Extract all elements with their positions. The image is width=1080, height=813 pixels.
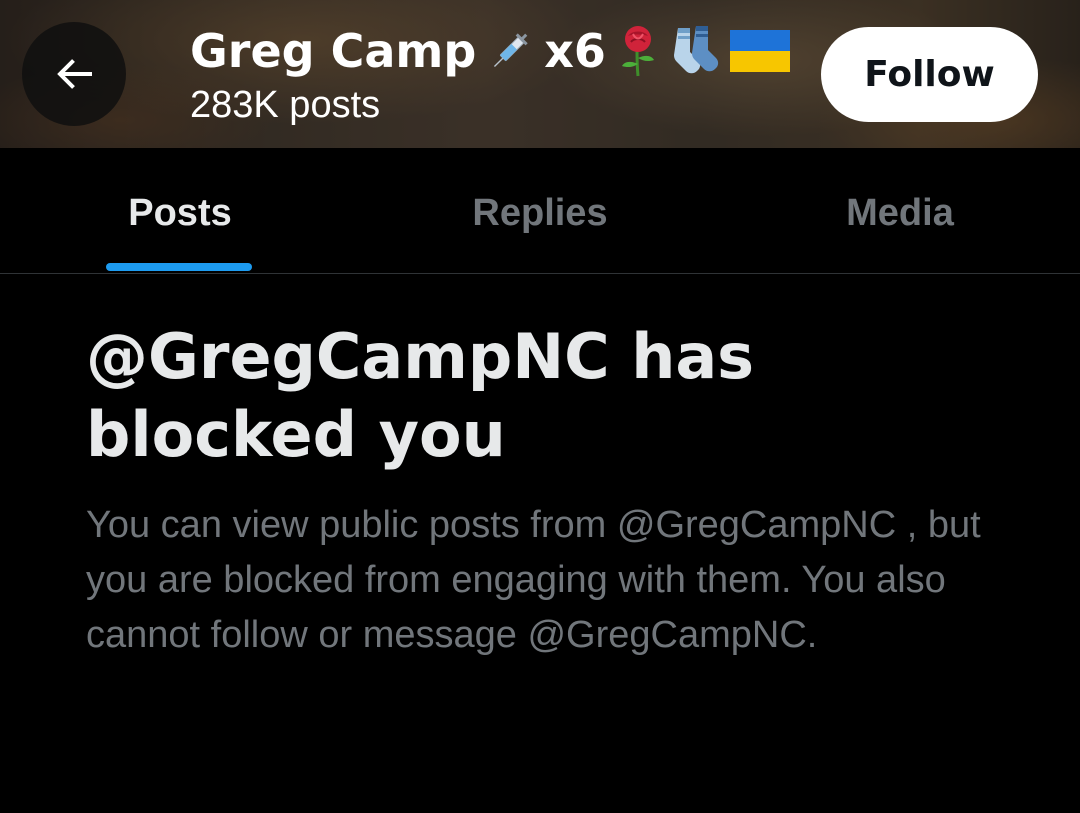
ukraine-flag-emoji-icon bbox=[729, 30, 790, 72]
blocked-description: You can view public posts from @GregCamp… bbox=[86, 504, 981, 656]
arrow-left-icon bbox=[57, 59, 92, 89]
profile-tabs: Posts Replies Media bbox=[0, 148, 1080, 274]
tab-posts[interactable]: Posts bbox=[0, 148, 360, 273]
syringe-emoji-icon bbox=[486, 27, 534, 75]
tab-replies[interactable]: Replies bbox=[360, 148, 720, 273]
tab-posts-label: Posts bbox=[128, 192, 232, 234]
tab-media-label: Media bbox=[846, 192, 954, 234]
socks-emoji-icon bbox=[670, 24, 720, 78]
profile-name-row: Greg Camp x6 bbox=[190, 20, 790, 82]
tab-media[interactable]: Media bbox=[720, 148, 1080, 273]
post-count: 283K posts bbox=[190, 84, 381, 126]
profile-name: Greg Camp bbox=[190, 24, 477, 78]
blocked-title: @GregCampNC has blocked you bbox=[86, 320, 755, 471]
active-tab-indicator bbox=[106, 263, 252, 271]
back-button[interactable] bbox=[22, 22, 126, 126]
tab-replies-label: Replies bbox=[472, 192, 608, 234]
profile-header-banner: Greg Camp x6 283K posts Follow bbox=[0, 0, 1080, 148]
follow-button[interactable]: Follow bbox=[821, 27, 1038, 122]
profile-name-multiplier: x6 bbox=[544, 24, 606, 78]
rose-emoji-icon bbox=[616, 24, 660, 78]
blocked-notice: @GregCampNC has blocked you You can view… bbox=[0, 274, 1080, 663]
profile-meta: Greg Camp x6 283K posts bbox=[190, 20, 790, 127]
